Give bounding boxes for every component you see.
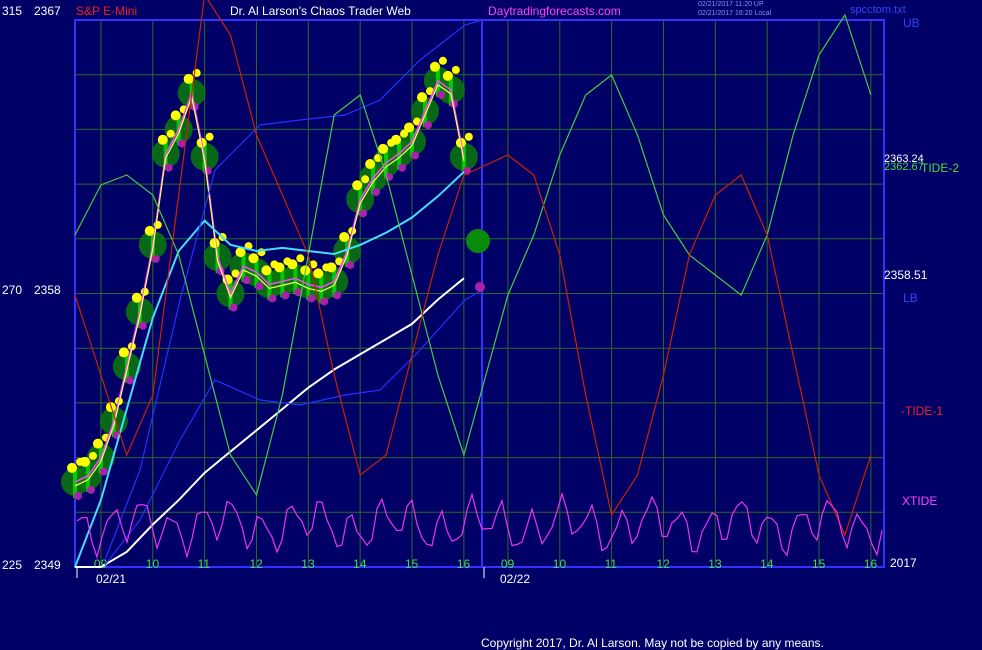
price-high-dot — [76, 457, 84, 466]
hour-tick-label: 16 — [457, 557, 471, 571]
tide1-label: -TIDE-1 — [901, 404, 943, 418]
price-high-dot — [144, 225, 155, 236]
date-label-1: 02/21 — [96, 572, 127, 586]
hour-tick-label: 14 — [760, 557, 774, 571]
price-low-dot — [74, 491, 82, 500]
left-scale-top: 315 — [2, 4, 23, 18]
price-high-dot — [270, 260, 279, 269]
price-high-dot — [296, 254, 305, 263]
hour-tick-label: 11 — [605, 557, 618, 571]
hour-tick-label: 14 — [353, 557, 367, 571]
price-low-dot — [436, 90, 445, 99]
timestamp-2: 02/21/2017 16:20 Local — [698, 10, 772, 17]
site-link[interactable]: Daytradingforecasts.com — [488, 4, 621, 18]
left-scale-bottom: 225 — [2, 558, 23, 572]
price-high-dot — [322, 263, 331, 272]
price-high-dot — [339, 231, 350, 242]
hour-tick-label: 15 — [812, 557, 826, 571]
price-high-dot — [378, 143, 389, 154]
price-high-dot — [183, 73, 194, 84]
price-low-dot — [86, 485, 95, 494]
price-low-dot — [203, 166, 212, 175]
price-high-dot — [157, 134, 168, 145]
hour-tick-label: 16 — [864, 557, 878, 571]
price-low-dot — [125, 376, 134, 385]
hour-tick-label: 10 — [553, 557, 567, 571]
price-high-dot — [429, 61, 440, 72]
left-scale-mid: 270 — [2, 283, 23, 297]
site-title: Dr. Al Larson's Chaos Trader Web — [230, 4, 411, 18]
ub-label: UB — [903, 16, 920, 30]
price-low-dot — [242, 276, 251, 285]
price-low-dot — [164, 163, 173, 172]
price-high-dot — [248, 253, 259, 264]
price-low-dot — [333, 291, 342, 300]
price-low-dot — [281, 291, 290, 300]
price-high-dot — [438, 56, 447, 65]
price-low-dot — [151, 254, 160, 263]
price-high-dot — [170, 110, 181, 121]
price-high-dot — [205, 132, 214, 141]
hour-tick-label: 11 — [198, 557, 211, 571]
price-low-dot — [255, 282, 264, 291]
price-label-b: 2362.67 — [884, 161, 924, 173]
copyright: Copyright 2017, Dr. Al Larson. May not b… — [481, 636, 824, 650]
price-high-dot — [131, 292, 142, 303]
price-high-dot — [92, 438, 103, 449]
price-high-dot — [67, 462, 77, 473]
price-low-dot — [268, 294, 277, 303]
hour-tick-label: 15 — [405, 557, 419, 571]
price-high-dot — [361, 175, 370, 184]
price-high-dot — [283, 257, 292, 266]
price-low-dot — [398, 163, 407, 172]
price-low-dot — [411, 151, 420, 160]
instrument-label: S&P E-Mini — [76, 4, 138, 18]
price-high-dot — [365, 159, 376, 170]
price-low-dot — [346, 260, 355, 269]
price-high-dot — [442, 70, 453, 81]
price-high-dot — [313, 268, 324, 279]
price-label-c: 2358.51 — [884, 268, 928, 282]
price-high-dot — [451, 65, 460, 74]
tide2-label: TIDE-2 — [921, 161, 960, 175]
xtide-line — [76, 491, 883, 560]
price-low-dot — [320, 297, 329, 306]
price-low-dot — [99, 467, 108, 476]
price-high-dot — [387, 138, 396, 147]
left-price-top: 2367 — [34, 4, 61, 18]
price-low-dot — [359, 209, 368, 218]
hour-tick-label: 12 — [656, 557, 670, 571]
price-high-dot — [464, 132, 473, 141]
last-low-dot — [475, 282, 485, 292]
hour-tick-label: 13 — [708, 557, 722, 571]
xtide-label: XTIDE — [902, 494, 938, 508]
price-high-dot — [261, 265, 272, 276]
left-price-bottom: 2349 — [34, 558, 61, 572]
price-low-dot — [372, 188, 381, 197]
price-low-dot — [307, 294, 316, 303]
price-high-dot — [118, 347, 129, 358]
lb-label: LB — [903, 291, 918, 305]
hour-tick-label: 12 — [249, 557, 263, 571]
price-high-dot — [166, 129, 175, 138]
timestamp-1: 02/21/2017 11:20 UP — [698, 1, 764, 8]
chart-container: 09 10 11 12 13 14 15 16 09 10 11 12 13 14 15 16 — [0, 0, 982, 650]
last-price-glow — [466, 229, 490, 253]
price-low-dot — [423, 121, 432, 130]
price-high-dot — [400, 129, 409, 138]
price-chart: 09 10 11 12 13 14 15 16 09 10 11 12 13 14 15 16 — [61, 0, 885, 578]
left-price-mid: 2358 — [34, 283, 61, 297]
hour-tick-label: 13 — [301, 557, 315, 571]
price-low-dot — [229, 303, 238, 312]
hour-tick-label: 10 — [146, 557, 160, 571]
hour-tick-label: 09 — [501, 557, 515, 571]
year-label: 2017 — [890, 556, 917, 570]
price-low-dot — [138, 321, 147, 330]
price-high-dot — [88, 451, 97, 460]
price-high-dot — [416, 92, 427, 103]
date-label-2: 02/22 — [500, 572, 531, 586]
price-high-dot — [352, 180, 363, 191]
file-name: spcctom.txt — [850, 4, 906, 16]
